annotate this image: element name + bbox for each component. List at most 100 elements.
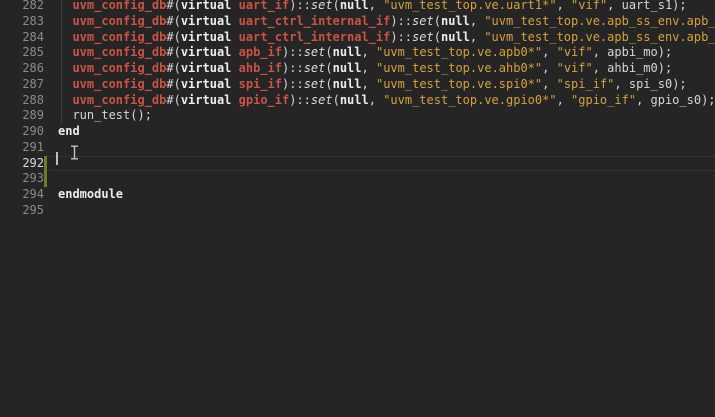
line-number[interactable]: 285 — [0, 45, 44, 61]
code-token: uvm_config_db — [72, 0, 166, 12]
code-token — [58, 45, 72, 59]
code-token: , ahbi_m0); — [593, 61, 672, 75]
code-token: , — [362, 45, 376, 59]
code-token: ( — [333, 93, 340, 107]
code-token: uart_ctrl_internal_if — [239, 30, 391, 44]
code-line[interactable]: run_test(); — [58, 108, 152, 124]
line-number[interactable]: 288 — [0, 93, 44, 109]
code-token: uvm_config_db — [72, 77, 166, 91]
code-line-row[interactable]: 282 uvm_config_db#(virtual uart_if)::set… — [0, 0, 715, 14]
line-number[interactable]: 294 — [0, 187, 44, 203]
code-token: ahb_if — [239, 61, 282, 75]
code-token: "uvm_test_top.ve.ahb0*" — [376, 61, 542, 75]
line-number[interactable]: 292 — [0, 156, 44, 172]
code-line-row[interactable]: 293 — [0, 171, 715, 187]
code-token: virtual — [181, 45, 232, 59]
code-token: , — [470, 30, 484, 44]
code-token: run_test(); — [58, 108, 152, 122]
code-token: , — [362, 61, 376, 75]
code-line-row[interactable]: 283 uvm_config_db#(virtual uart_ctrl_int… — [0, 14, 715, 30]
code-token: set — [311, 0, 333, 12]
code-line[interactable]: end — [58, 124, 80, 140]
code-token: "uvm_test_top.ve.apb0*" — [376, 45, 542, 59]
code-token — [58, 30, 72, 44]
code-token: "uvm_test_top.ve.gpio0*" — [383, 93, 556, 107]
code-token: null — [441, 30, 470, 44]
code-line[interactable]: uvm_config_db#(virtual uart_ctrl_interna… — [58, 30, 715, 46]
code-token: ( — [434, 14, 441, 28]
ibeam-cursor-icon — [69, 145, 80, 165]
code-token: null — [333, 45, 362, 59]
code-token: "vif" — [557, 61, 593, 75]
code-token: ( — [333, 0, 340, 12]
code-line[interactable]: uvm_config_db#(virtual uart_ctrl_interna… — [58, 14, 715, 30]
code-line-row[interactable]: 291 — [0, 140, 715, 156]
code-token — [231, 45, 238, 59]
line-number[interactable]: 287 — [0, 77, 44, 93]
code-token — [58, 77, 72, 91]
code-token: #( — [166, 61, 180, 75]
code-token: "uvm_test_top.ve.spi0*" — [376, 77, 542, 91]
code-token: , gpio_s0); — [636, 93, 715, 107]
line-number[interactable]: 291 — [0, 140, 44, 156]
code-token — [58, 14, 72, 28]
code-token: ):: — [289, 0, 311, 12]
code-line[interactable]: uvm_config_db#(virtual apb_if)::set(null… — [58, 45, 672, 61]
code-line-row[interactable]: 294 endmodule — [0, 187, 715, 203]
line-number[interactable]: 283 — [0, 14, 44, 30]
code-line[interactable]: endmodule — [58, 187, 123, 203]
code-token: set — [304, 77, 326, 91]
code-token: uvm_config_db — [72, 14, 166, 28]
code-token: virtual — [181, 93, 232, 107]
line-number[interactable]: 295 — [0, 203, 44, 219]
code-line-row[interactable]: 284 uvm_config_db#(virtual uart_ctrl_int… — [0, 30, 715, 46]
line-number[interactable]: 286 — [0, 61, 44, 77]
line-number[interactable]: 289 — [0, 108, 44, 124]
code-token: , — [542, 61, 556, 75]
code-token: "uvm_test_top.ve.apb_ss_env.apb_uart — [484, 14, 715, 28]
code-line-row[interactable]: 288 uvm_config_db#(virtual gpio_if)::set… — [0, 93, 715, 109]
code-line[interactable]: uvm_config_db#(virtual uart_if)::set(nul… — [58, 0, 687, 14]
line-number[interactable]: 293 — [0, 171, 44, 187]
code-token: null — [340, 0, 369, 12]
code-token — [231, 14, 238, 28]
code-token: , — [369, 0, 383, 12]
code-token: "uvm_test_top.ve.apb_ss_env.apb_uart — [484, 30, 715, 44]
code-token: uvm_config_db — [72, 30, 166, 44]
code-token: set — [311, 93, 333, 107]
code-token: , uart_s1); — [607, 0, 686, 12]
code-line-row[interactable]: 287 uvm_config_db#(virtual spi_if)::set(… — [0, 77, 715, 93]
code-line-row[interactable]: 285 uvm_config_db#(virtual apb_if)::set(… — [0, 45, 715, 61]
code-token: null — [340, 93, 369, 107]
code-line-row[interactable]: 290 end — [0, 124, 715, 140]
code-token: null — [333, 77, 362, 91]
code-token — [231, 77, 238, 91]
code-token: virtual — [181, 0, 232, 12]
line-number[interactable]: 290 — [0, 124, 44, 140]
text-caret — [56, 152, 58, 165]
code-token: ):: — [390, 30, 412, 44]
line-number[interactable]: 282 — [0, 0, 44, 14]
code-token — [58, 93, 72, 107]
code-token: ( — [325, 45, 332, 59]
code-token — [231, 93, 238, 107]
code-token: null — [333, 61, 362, 75]
code-editor[interactable]: 282 uvm_config_db#(virtual uart_if)::set… — [0, 0, 715, 417]
line-number[interactable]: 284 — [0, 30, 44, 46]
code-token: virtual — [181, 14, 232, 28]
code-line[interactable]: uvm_config_db#(virtual gpio_if)::set(nul… — [58, 93, 715, 109]
code-token: ):: — [282, 61, 304, 75]
code-line-row[interactable]: 292 — [0, 156, 715, 172]
code-lines: 282 uvm_config_db#(virtual uart_if)::set… — [0, 0, 715, 219]
code-token — [58, 0, 72, 12]
code-line-row[interactable]: 295 — [0, 203, 715, 219]
code-token: virtual — [181, 30, 232, 44]
code-token: uart_if — [239, 0, 290, 12]
code-token: virtual — [181, 61, 232, 75]
code-token: , — [470, 14, 484, 28]
code-line-row[interactable]: 289 run_test(); — [0, 108, 715, 124]
code-line[interactable]: uvm_config_db#(virtual ahb_if)::set(null… — [58, 61, 672, 77]
code-line-row[interactable]: 286 uvm_config_db#(virtual ahb_if)::set(… — [0, 61, 715, 77]
code-token: ):: — [289, 93, 311, 107]
code-line[interactable]: uvm_config_db#(virtual spi_if)::set(null… — [58, 77, 687, 93]
